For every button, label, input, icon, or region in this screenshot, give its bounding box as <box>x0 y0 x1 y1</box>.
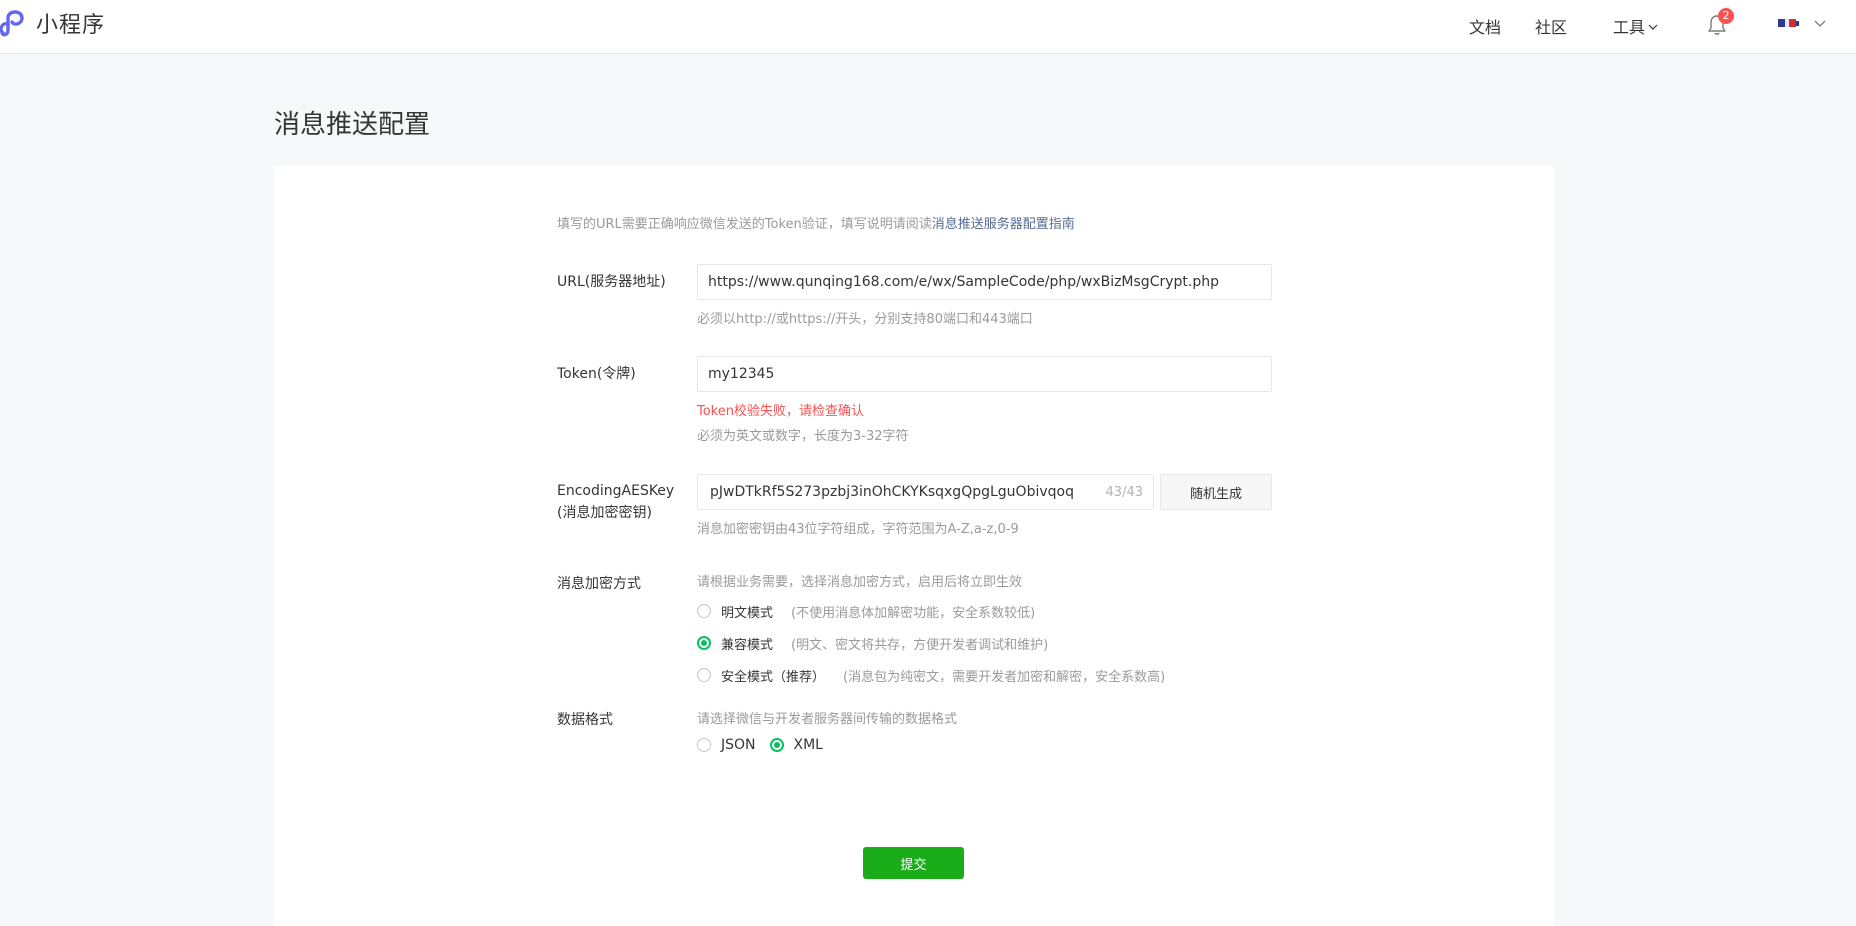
intro-text: 填写的URL需要正确响应微信发送的Token验证，填写说明请阅读消息推送服务器配… <box>557 213 1075 232</box>
aes-label-line2: (消息加密密钥) <box>557 505 652 521</box>
aes-input-box: 43/43 <box>697 474 1154 510</box>
url-input[interactable] <box>697 264 1272 300</box>
random-generate-button[interactable]: 随机生成 <box>1160 474 1272 510</box>
notification-badge: 2 <box>1718 8 1734 24</box>
radio-compatible-desc: (明文、密文将共存，方便开发者调试和维护) <box>791 637 1049 653</box>
url-hint: 必须以http://或https://开头，分别支持80端口和443端口 <box>697 312 1033 327</box>
nav-tools-menu[interactable]: 工具 <box>1613 14 1658 38</box>
app-logo[interactable]: 小程序 <box>0 8 105 38</box>
avatar <box>1778 19 1799 27</box>
miniprogram-logo-icon <box>0 10 24 37</box>
radio-plain[interactable] <box>697 604 711 618</box>
radio-secure-label: 安全模式（推荐） <box>721 669 826 685</box>
aes-input-row: 43/43 随机生成 <box>697 474 1272 510</box>
encryption-hint: 请根据业务需要，选择消息加密方式，启用后将立即生效 <box>697 575 1023 590</box>
radio-json[interactable] <box>697 738 711 752</box>
nav-tools-label: 工具 <box>1613 18 1646 37</box>
encryption-field-group: 请根据业务需要，选择消息加密方式，启用后将立即生效 明文模式 (不使用消息体加解… <box>697 571 1165 686</box>
encryption-option-compatible[interactable]: 兼容模式 (明文、密文将共存，方便开发者调试和维护) <box>697 632 1165 654</box>
radio-plain-label: 明文模式 <box>721 605 774 621</box>
aes-char-counter: 43/43 <box>1105 484 1143 500</box>
aes-hint: 消息加密密钥由43位字符组成，字符范围为A-Z,a-z,0-9 <box>697 522 1019 537</box>
url-field-group: 必须以http://或https://开头，分别支持80端口和443端口 <box>697 264 1272 327</box>
aes-field-group: 43/43 随机生成 消息加密密钥由43位字符组成，字符范围为A-Z,a-z,0… <box>697 474 1272 537</box>
radio-xml[interactable] <box>769 738 784 752</box>
radio-plain-desc: (不使用消息体加解密功能，安全系数较低) <box>791 605 1036 621</box>
chevron-down-icon <box>1648 24 1658 30</box>
radio-secure-desc: (消息包为纯密文，需要开发者加密和解密，安全系数高) <box>843 669 1166 685</box>
radio-xml-label: XML <box>793 737 823 753</box>
data-format-option-xml[interactable]: XML <box>769 737 823 753</box>
nav-community-link[interactable]: 社区 <box>1535 14 1567 38</box>
encryption-option-plain[interactable]: 明文模式 (不使用消息体加解密功能，安全系数较低) <box>697 600 1165 622</box>
config-card: 填写的URL需要正确响应微信发送的Token验证，填写说明请阅读消息推送服务器配… <box>274 166 1554 926</box>
encryption-option-secure[interactable]: 安全模式（推荐） (消息包为纯密文，需要开发者加密和解密，安全系数高) <box>697 664 1165 686</box>
intro-description: 填写的URL需要正确响应微信发送的Token验证，填写说明请阅读 <box>557 217 932 232</box>
page-title: 消息推送配置 <box>274 110 431 140</box>
submit-button[interactable]: 提交 <box>863 847 964 879</box>
token-hint: 必须为英文或数字，长度为3-32字符 <box>697 429 909 444</box>
notification-button[interactable]: 2 <box>1707 8 1734 36</box>
token-input[interactable] <box>697 356 1272 392</box>
radio-compatible[interactable] <box>697 636 711 650</box>
radio-json-label: JSON <box>721 737 756 753</box>
data-format-field-group: 请选择微信与开发者服务器间传输的数据格式 JSON XML <box>697 708 957 753</box>
data-format-option-json[interactable]: JSON <box>697 737 756 753</box>
url-label: URL(服务器地址) <box>557 274 666 290</box>
chevron-down-icon <box>1814 20 1826 27</box>
token-field-group: Token校验失败，请检查确认 必须为英文或数字，长度为3-32字符 <box>697 356 1272 444</box>
aes-label: EncodingAESKey (消息加密密钥) <box>557 480 674 524</box>
config-guide-link[interactable]: 消息推送服务器配置指南 <box>932 217 1075 232</box>
encryption-label: 消息加密方式 <box>557 576 641 592</box>
token-error: Token校验失败，请检查确认 <box>697 404 864 419</box>
radio-secure[interactable] <box>697 668 711 682</box>
top-navigation-bar: 小程序 文档 社区 工具 2 <box>0 0 1856 54</box>
data-format-label: 数据格式 <box>557 712 613 728</box>
aes-key-input[interactable] <box>708 483 1098 501</box>
data-format-hint: 请选择微信与开发者服务器间传输的数据格式 <box>697 712 958 727</box>
data-format-options: JSON XML <box>697 737 957 753</box>
radio-compatible-label: 兼容模式 <box>721 637 774 653</box>
token-label: Token(令牌) <box>557 366 636 382</box>
app-name: 小程序 <box>36 13 106 38</box>
aes-label-line1: EncodingAESKey <box>557 483 675 499</box>
nav-docs-link[interactable]: 文档 <box>1469 14 1501 38</box>
account-menu[interactable] <box>1778 16 1826 30</box>
